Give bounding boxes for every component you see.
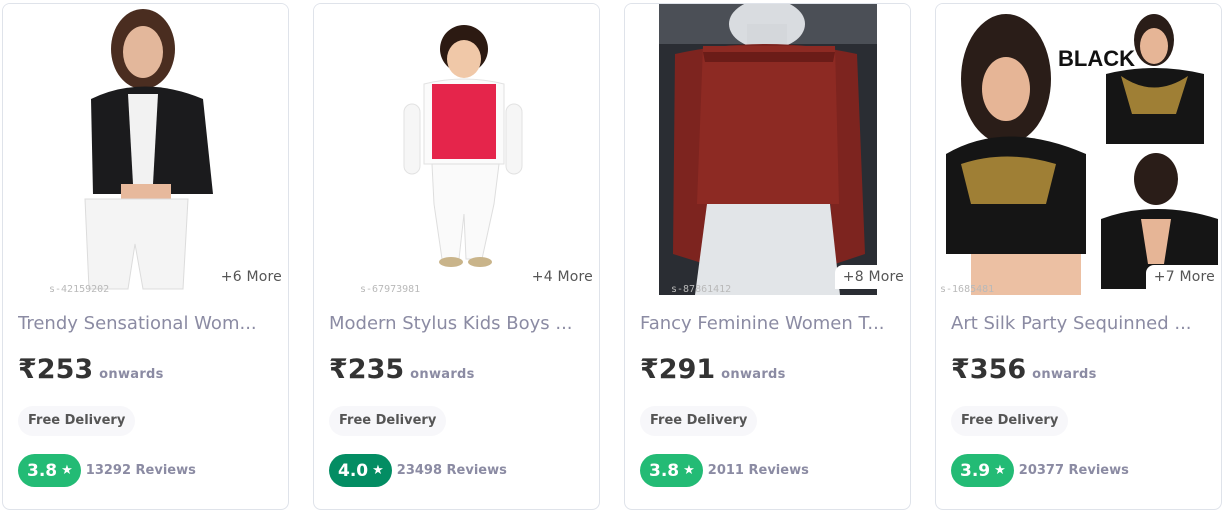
review-count: 20377 Reviews (1018, 463, 1129, 478)
rating-value: 3.9 (960, 460, 991, 481)
product-title[interactable]: Art Silk Party Sequinned ... (951, 313, 1213, 334)
more-variants-badge: +8 More (834, 265, 910, 289)
image-overlay-text: BLACK (1058, 46, 1135, 71)
product-price: ₹356 (951, 354, 1027, 385)
price-row: ₹235 onwards (329, 354, 475, 385)
star-icon: ★ (994, 463, 1006, 478)
product-title[interactable]: Fancy Feminine Women T... (640, 313, 902, 334)
free-delivery-badge: Free Delivery (640, 406, 758, 436)
star-icon: ★ (683, 463, 695, 478)
star-icon: ★ (61, 463, 73, 478)
rating-badge: 3.9 ★ (951, 454, 1014, 487)
product-price: ₹235 (329, 354, 405, 385)
free-delivery-badge: Free Delivery (951, 406, 1069, 436)
product-image[interactable]: BLACK s-1685481 +7 More (936, 4, 1221, 295)
rating-row: 3.8 ★ 2011 Reviews (640, 454, 809, 487)
product-image[interactable]: s-67973981 +4 More (314, 4, 599, 295)
product-price: ₹291 (640, 354, 716, 385)
product-sku: s-42159202 (49, 284, 110, 295)
price-row: ₹291 onwards (640, 354, 786, 385)
product-title[interactable]: Trendy Sensational Wom... (18, 313, 280, 334)
rating-badge: 3.8 ★ (18, 454, 81, 487)
product-price: ₹253 (18, 354, 94, 385)
price-onwards-label: onwards (721, 367, 786, 382)
price-row: ₹356 onwards (951, 354, 1097, 385)
product-image[interactable]: s-42159202 +6 More (3, 4, 288, 295)
rating-badge: 3.8 ★ (640, 454, 703, 487)
product-card[interactable]: BLACK s-1685481 +7 More Art Silk Party S… (935, 3, 1222, 510)
price-onwards-label: onwards (410, 367, 475, 382)
more-variants-badge: +7 More (1145, 265, 1221, 289)
review-count: 23498 Reviews (396, 463, 507, 478)
product-sku: s-87861412 (671, 284, 732, 295)
rating-value: 3.8 (649, 460, 680, 481)
product-grid: s-42159202 +6 More Trendy Sensational Wo… (0, 0, 1225, 513)
star-icon: ★ (372, 463, 384, 478)
rating-row: 3.8 ★ 13292 Reviews (18, 454, 196, 487)
price-onwards-label: onwards (99, 367, 164, 382)
rating-row: 3.9 ★ 20377 Reviews (951, 454, 1129, 487)
rating-value: 3.8 (27, 460, 58, 481)
free-delivery-badge: Free Delivery (329, 406, 447, 436)
review-count: 13292 Reviews (85, 463, 196, 478)
review-count: 2011 Reviews (707, 463, 809, 478)
product-image[interactable]: s-87861412 +8 More (625, 4, 910, 295)
product-card[interactable]: s-67973981 +4 More Modern Stylus Kids Bo… (313, 3, 600, 510)
product-sku: s-1685481 (940, 284, 995, 295)
rating-badge: 4.0 ★ (329, 454, 392, 487)
price-onwards-label: onwards (1032, 367, 1097, 382)
price-row: ₹253 onwards (18, 354, 164, 385)
rating-value: 4.0 (338, 460, 369, 481)
product-sku: s-67973981 (360, 284, 421, 295)
more-variants-badge: +6 More (212, 265, 288, 289)
product-title[interactable]: Modern Stylus Kids Boys ... (329, 313, 591, 334)
product-card[interactable]: s-87861412 +8 More Fancy Feminine Women … (624, 3, 911, 510)
product-card[interactable]: s-42159202 +6 More Trendy Sensational Wo… (2, 3, 289, 510)
free-delivery-badge: Free Delivery (18, 406, 136, 436)
more-variants-badge: +4 More (523, 265, 599, 289)
rating-row: 4.0 ★ 23498 Reviews (329, 454, 507, 487)
